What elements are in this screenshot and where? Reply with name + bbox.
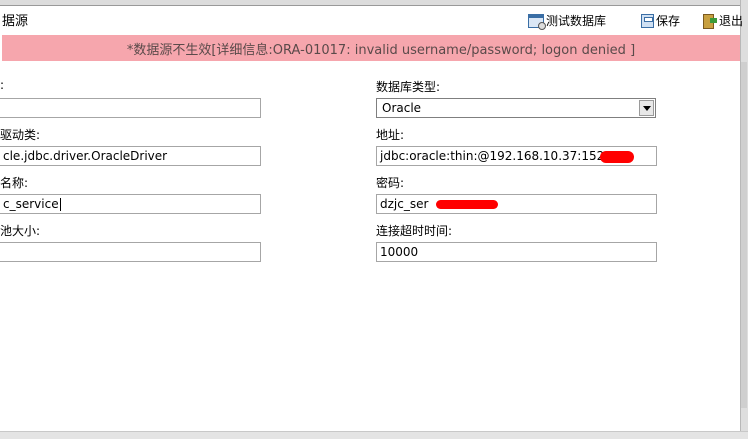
pool-size-label: 池大小: bbox=[0, 224, 41, 238]
db-type-label: 数据库类型: bbox=[376, 80, 441, 94]
db-type-value: Oracle bbox=[382, 101, 422, 115]
password-label: 密码: bbox=[376, 176, 405, 190]
pool-size-input[interactable] bbox=[0, 242, 261, 262]
database-test-icon bbox=[528, 13, 546, 30]
exit-icon bbox=[703, 13, 717, 29]
save-icon bbox=[641, 13, 654, 28]
timeout-label: 连接超时时间: bbox=[376, 224, 453, 238]
save-label: 保存 bbox=[656, 14, 681, 28]
error-banner: *数据源不生效[详细信息:ORA-01017: invalid username… bbox=[2, 35, 740, 61]
password-input[interactable]: dzjc_ser bbox=[376, 194, 657, 214]
name-input[interactable] bbox=[0, 98, 261, 118]
username-value: c_service bbox=[3, 197, 59, 211]
test-database-button[interactable]: 测试数据库 bbox=[528, 12, 607, 30]
password-redaction-mark bbox=[436, 200, 498, 209]
test-database-label: 测试数据库 bbox=[546, 14, 607, 28]
db-type-select[interactable]: Oracle bbox=[376, 98, 656, 118]
username-label: 名称: bbox=[0, 176, 29, 190]
page-title: 据源 bbox=[2, 14, 29, 29]
text-cursor bbox=[59, 198, 61, 211]
chevron-down-icon[interactable] bbox=[639, 100, 654, 116]
exit-label: 退出 bbox=[719, 14, 744, 28]
address-redaction-mark bbox=[600, 151, 634, 163]
driver-label: 驱动类: bbox=[0, 128, 41, 142]
top-divider bbox=[0, 5, 740, 6]
exit-button[interactable]: 退出 bbox=[703, 12, 743, 29]
save-button[interactable]: 保存 bbox=[641, 12, 680, 29]
error-message: *数据源不生效[详细信息:ORA-01017: invalid username… bbox=[126, 42, 636, 58]
name-label: : bbox=[0, 78, 5, 92]
driver-input[interactable]: cle.jdbc.driver.OracleDriver bbox=[0, 146, 261, 166]
scrollbar-track[interactable] bbox=[741, 62, 747, 408]
username-input[interactable]: c_service bbox=[0, 194, 261, 214]
address-label: 地址: bbox=[376, 128, 405, 142]
timeout-input[interactable]: 10000 bbox=[376, 242, 657, 262]
